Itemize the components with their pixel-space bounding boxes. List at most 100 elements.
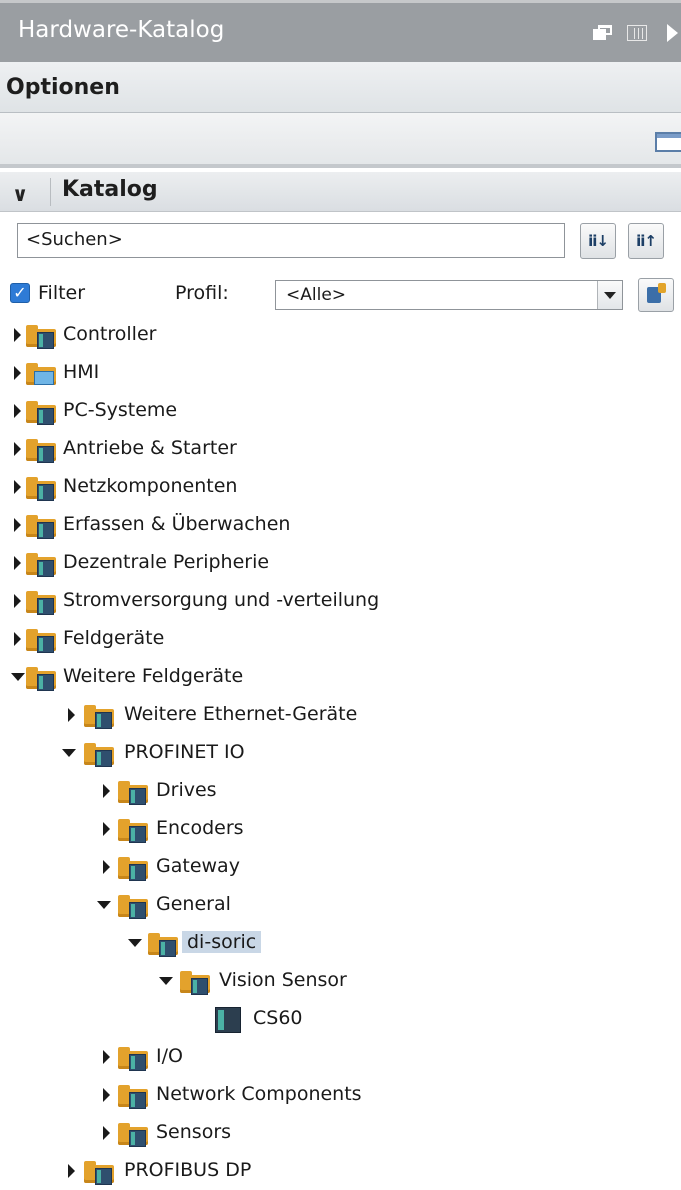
tree-item-profibus-dp[interactable]: PROFIBUS DP — [0, 1152, 681, 1190]
tree-item-label: Netzkomponenten — [63, 475, 238, 497]
expand-arrow-icon[interactable] — [14, 556, 21, 570]
folder-icon — [118, 857, 148, 881]
tree-item-stromversorgung[interactable]: Stromversorgung und -verteilung — [0, 582, 681, 620]
expand-arrow-icon[interactable] — [103, 784, 110, 798]
tree-item-di-soric[interactable]: di-soric — [0, 924, 681, 962]
hmi-folder-icon — [26, 363, 56, 385]
folder-icon — [26, 477, 56, 501]
tree-item-label: Gateway — [156, 855, 240, 877]
tree-item-general[interactable]: General — [0, 886, 681, 924]
folder-icon — [26, 401, 56, 425]
tree-item-hmi[interactable]: HMI — [0, 354, 681, 392]
tree-item-erfassen-ueberwachen[interactable]: Erfassen & Überwachen — [0, 506, 681, 544]
collapse-arrow-icon[interactable] — [128, 939, 142, 947]
expand-arrow-icon[interactable] — [103, 822, 110, 836]
tree-item-vision-sensor[interactable]: Vision Sensor — [0, 962, 681, 1000]
expand-arrow-icon[interactable] — [14, 442, 21, 456]
tree-item-label: I/O — [156, 1045, 183, 1067]
tree-item-profinet-io[interactable]: PROFINET IO — [0, 734, 681, 772]
options-header-label: Optionen — [6, 75, 120, 100]
search-input[interactable]: <Suchen> — [17, 223, 565, 258]
catalog-title-bar: Hardware-Katalog — [0, 0, 681, 62]
profile-select-value: <Alle> — [286, 285, 347, 305]
expand-arrow-icon[interactable] — [14, 594, 21, 608]
catalog-section-header[interactable]: ∨ Katalog — [0, 172, 681, 212]
expand-arrow-icon[interactable] — [68, 708, 75, 722]
expand-arrow-icon[interactable] — [103, 860, 110, 874]
tree-item-label: Controller — [63, 323, 157, 345]
tree-item-cs60[interactable]: CS60 — [0, 1000, 681, 1038]
tree-item-label: General — [156, 893, 231, 915]
collapse-right-icon[interactable] — [667, 24, 678, 42]
collapse-arrow-icon[interactable] — [97, 901, 111, 909]
tree-item-label: Erfassen & Überwachen — [63, 513, 291, 535]
expand-arrow-icon[interactable] — [68, 1164, 75, 1178]
tree-item-label: Antriebe & Starter — [63, 437, 237, 459]
folder-icon — [118, 1123, 148, 1147]
folder-icon — [26, 667, 56, 691]
tree-item-label: Dezentrale Peripherie — [63, 551, 270, 573]
catalog-header-label: Katalog — [62, 177, 158, 202]
expand-arrow-icon[interactable] — [14, 404, 21, 418]
tree-item-dezentrale-peripherie[interactable]: Dezentrale Peripherie — [0, 544, 681, 582]
tree-item-feldgeraete[interactable]: Feldgeräte — [0, 620, 681, 658]
collapse-arrow-icon[interactable] — [11, 673, 25, 681]
search-up-icon: ii↑ — [636, 232, 657, 250]
profile-select[interactable]: <Alle> — [275, 280, 623, 310]
restore-icon[interactable] — [593, 25, 613, 40]
tree-item-pc-systeme[interactable]: PC-Systeme — [0, 392, 681, 430]
panel-title: Hardware-Katalog — [18, 17, 225, 43]
expand-arrow-icon[interactable] — [14, 518, 21, 532]
search-up-button[interactable]: ii↑ — [628, 223, 664, 259]
expand-arrow-icon[interactable] — [14, 480, 21, 494]
tree-item-sensors[interactable]: Sensors — [0, 1114, 681, 1152]
profile-settings-button[interactable] — [638, 278, 674, 312]
tree-item-label: PROFIBUS DP — [124, 1159, 252, 1181]
folder-icon — [84, 743, 114, 767]
options-section-header[interactable]: Optionen — [0, 62, 681, 113]
tree-item-label: Weitere Feldgeräte — [63, 665, 244, 687]
tree-item-gateway[interactable]: Gateway — [0, 848, 681, 886]
folder-icon — [118, 781, 148, 805]
tree-item-label: Drives — [156, 779, 217, 801]
window-icon[interactable] — [655, 132, 681, 152]
folder-icon — [26, 325, 56, 349]
collapse-arrow-icon[interactable] — [62, 749, 76, 757]
expand-arrow-icon[interactable] — [103, 1126, 110, 1140]
expand-arrow-icon[interactable] — [14, 632, 21, 646]
folder-icon — [180, 971, 210, 995]
expand-arrow-icon[interactable] — [14, 328, 21, 342]
tree-item-label: HMI — [63, 361, 100, 383]
folder-icon — [26, 439, 56, 463]
filter-checkbox[interactable]: ✓ — [10, 283, 30, 303]
tree-item-label: Encoders — [156, 817, 244, 839]
expand-arrow-icon[interactable] — [14, 366, 21, 380]
folder-icon — [118, 1047, 148, 1071]
tree-item-weitere-ethernet-geraete[interactable]: Weitere Ethernet-Geräte — [0, 696, 681, 734]
search-down-icon: ii↓ — [588, 232, 609, 250]
chevron-down-icon[interactable]: ∨ — [12, 182, 28, 206]
folder-icon — [148, 933, 178, 957]
tree-item-weitere-feldgeraete[interactable]: Weitere Feldgeräte — [0, 658, 681, 696]
tree-item-drives[interactable]: Drives — [0, 772, 681, 810]
tree-item-label: Stromversorgung und -verteilung — [63, 589, 380, 611]
profile-label: Profil: — [175, 282, 229, 304]
tree-item-io[interactable]: I/O — [0, 1038, 681, 1076]
tree-item-netzkomponenten[interactable]: Netzkomponenten — [0, 468, 681, 506]
collapse-arrow-icon[interactable] — [159, 977, 173, 985]
tree-item-label: PROFINET IO — [124, 741, 245, 763]
tree-item-label: Weitere Ethernet-Geräte — [124, 703, 358, 725]
folder-icon — [26, 591, 56, 615]
tree-item-label: Feldgeräte — [63, 627, 165, 649]
tree-item-antriebe-starter[interactable]: Antriebe & Starter — [0, 430, 681, 468]
columns-icon[interactable] — [627, 25, 647, 41]
tree-item-network-components[interactable]: Network Components — [0, 1076, 681, 1114]
expand-arrow-icon[interactable] — [103, 1050, 110, 1064]
tree-item-encoders[interactable]: Encoders — [0, 810, 681, 848]
header-divider — [50, 178, 51, 206]
dropdown-arrow-icon[interactable] — [597, 281, 622, 309]
expand-arrow-icon[interactable] — [103, 1088, 110, 1102]
tree-item-controller[interactable]: Controller — [0, 316, 681, 354]
folder-icon — [118, 819, 148, 843]
search-down-button[interactable]: ii↓ — [580, 223, 616, 259]
